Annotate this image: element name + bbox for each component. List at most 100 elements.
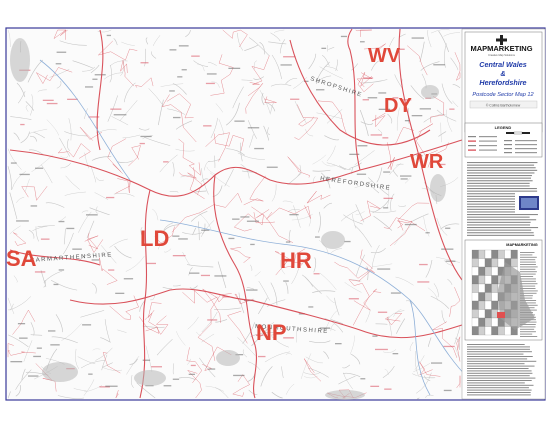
text-line-mark	[467, 175, 532, 177]
index-cell	[484, 266, 492, 276]
index-cell	[491, 292, 499, 302]
area-label-wr: WR	[410, 151, 444, 173]
place-name-mark	[108, 269, 115, 271]
place-name-mark	[383, 171, 391, 173]
place-name-mark	[85, 86, 94, 88]
index-text-mark	[520, 312, 533, 313]
place-name-mark	[169, 90, 175, 92]
note-line-mark	[467, 370, 532, 372]
index-text-mark	[520, 254, 533, 256]
index-cell	[497, 258, 505, 268]
index-cell	[471, 309, 479, 319]
index-text-mark	[520, 304, 538, 306]
place-name-mark	[233, 374, 245, 377]
index-cell	[491, 266, 499, 276]
index-text-mark	[520, 302, 536, 304]
place-name-mark	[419, 263, 428, 266]
index-text-mark	[520, 268, 536, 270]
legend-swatch	[504, 144, 512, 146]
place-name-mark	[36, 347, 42, 349]
legend-text-mark	[479, 140, 497, 142]
index-text-mark	[520, 288, 536, 289]
index-text-mark	[520, 321, 537, 323]
index-text-mark	[520, 328, 535, 330]
place-name-mark	[392, 353, 399, 355]
place-name-mark	[110, 108, 122, 110]
index-panel: MAPMARKETING	[464, 239, 543, 341]
legend-swatch	[504, 148, 512, 150]
index-text-mark	[520, 266, 538, 268]
place-name-mark	[53, 283, 59, 286]
note-line-mark	[467, 368, 529, 369]
place-name-mark	[344, 240, 351, 243]
index-text-mark	[520, 290, 538, 292]
text-line-mark	[467, 188, 537, 190]
area-label-np: NP	[256, 320, 287, 345]
place-name-mark	[246, 289, 258, 291]
title-box: MAPMARKETING Creative Map Solutions Cent…	[464, 31, 543, 133]
legend-swatch	[468, 136, 476, 138]
index-cell	[484, 326, 492, 336]
index-cell	[471, 317, 479, 327]
place-name-mark	[247, 127, 260, 129]
index-cell	[484, 283, 492, 293]
place-name-mark	[55, 63, 62, 65]
place-name-mark	[205, 82, 215, 85]
index-text-mark	[520, 300, 537, 301]
place-name-mark	[50, 344, 60, 346]
index-cell	[471, 292, 479, 302]
index-cell	[471, 283, 479, 293]
place-name-mark	[384, 388, 392, 390]
note-line-mark	[467, 392, 531, 393]
place-name-mark	[445, 227, 451, 229]
legend-text-mark	[515, 144, 537, 146]
place-name-mark	[377, 311, 388, 313]
text-line-mark	[467, 219, 537, 221]
place-name-mark	[289, 214, 299, 216]
place-name-mark	[92, 78, 98, 80]
place-name-mark	[308, 306, 314, 308]
place-name-mark	[163, 161, 169, 163]
index-cell	[478, 300, 486, 310]
note-line-mark	[467, 346, 530, 348]
index-cell	[471, 275, 479, 285]
legend-text-mark	[479, 149, 497, 151]
place-name-mark	[190, 364, 196, 367]
place-name-mark	[290, 98, 300, 100]
place-name-mark	[140, 135, 152, 138]
place-name-mark	[340, 35, 348, 38]
product-image-inner	[521, 198, 537, 208]
index-heading: MAPMARKETING	[506, 243, 537, 247]
note-line-mark	[467, 384, 534, 386]
place-name-mark	[58, 220, 65, 223]
place-name-mark	[258, 355, 266, 358]
note-line-mark	[467, 394, 531, 396]
legend-text-mark	[515, 140, 537, 142]
place-name-mark	[172, 235, 180, 237]
place-name-mark	[417, 281, 430, 283]
text-line-mark	[467, 211, 515, 213]
index-cell	[497, 249, 505, 259]
index-cell	[484, 317, 492, 327]
index-cell	[504, 326, 512, 336]
index-cell	[471, 266, 479, 276]
place-name-mark	[370, 385, 380, 387]
place-name-mark	[181, 69, 187, 71]
place-name-mark	[208, 368, 216, 370]
legend-text-mark	[515, 148, 537, 150]
place-name-mark	[34, 271, 46, 273]
index-text-mark	[520, 283, 538, 285]
place-name-mark	[35, 167, 44, 169]
index-text-mark	[520, 278, 536, 280]
index-cell	[471, 326, 479, 336]
index-text-mark	[520, 264, 536, 265]
place-name-mark	[206, 73, 217, 75]
place-name-mark	[106, 196, 115, 199]
index-cell	[484, 309, 492, 319]
title-amp: &	[500, 69, 505, 78]
place-name-mark	[234, 120, 245, 122]
place-name-mark	[283, 56, 296, 58]
index-cell	[478, 258, 486, 268]
place-name-mark	[19, 337, 28, 339]
index-text-mark	[520, 316, 536, 318]
